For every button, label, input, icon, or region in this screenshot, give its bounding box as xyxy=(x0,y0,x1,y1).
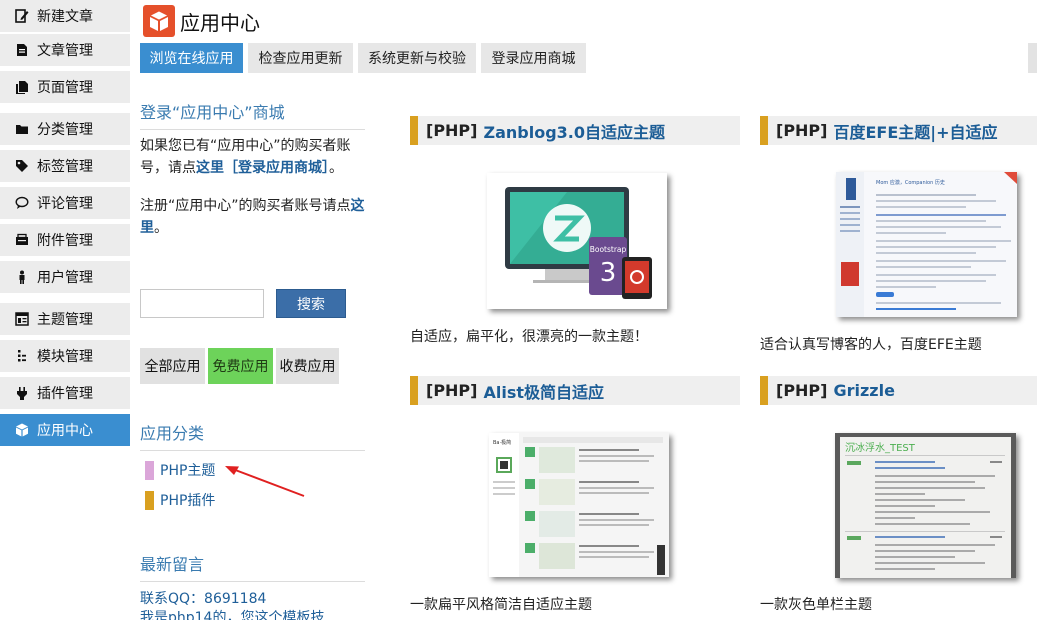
sidebar-item-label: 分类管理 xyxy=(37,122,93,138)
grizzle-title: 沉冰浮水_TEST xyxy=(845,441,916,454)
category-label: PHP插件 xyxy=(160,493,216,509)
grizzle-preview-image: 沉冰浮水_TEST xyxy=(835,433,1016,578)
app-description: 一款灰色单栏主题 xyxy=(760,597,872,613)
sidebar-item-themes[interactable]: 主题管理 xyxy=(0,303,130,335)
app-name-link[interactable]: Zanblog3.0自适应主题 xyxy=(483,119,665,143)
category-label: PHP主题 xyxy=(160,463,216,479)
sidebar-item-new-article[interactable]: 新建文章 xyxy=(0,0,130,32)
sidebar-item-label: 应用中心 xyxy=(37,423,93,439)
register-text-end: 。 xyxy=(154,220,168,236)
message-item[interactable]: 我是php14的，您这个模板技 xyxy=(140,607,324,620)
login-section-title: 登录“应用中心”商城 xyxy=(140,99,365,130)
app-card-title: [PHP] 百度EFE主题|+自适应 xyxy=(760,116,1037,145)
sidebar-item-attachments[interactable]: 附件管理 xyxy=(0,224,130,256)
filter-all-apps-button[interactable]: 全部应用 xyxy=(140,348,205,384)
document-icon xyxy=(15,43,29,57)
app-description: 适合认真写博客的人，百度EFE主题 xyxy=(760,337,982,353)
attachment-icon xyxy=(15,233,29,247)
zanblog-preview-image: Bootstrap 3 xyxy=(505,187,652,299)
app-tag: [PHP] xyxy=(426,121,478,140)
app-thumbnail[interactable]: Mom 应激，Companion 历史 xyxy=(836,172,1017,317)
app-thumbnail[interactable]: 沉冰浮水_TEST xyxy=(835,433,1016,578)
plugin-icon xyxy=(15,386,29,400)
search-button[interactable]: 搜索 xyxy=(276,289,346,318)
app-description: 一款扁平风格简洁自适应主题 xyxy=(410,597,592,613)
sidebar-item-label: 评论管理 xyxy=(37,196,93,212)
sidebar-item-app-center[interactable]: 应用中心 xyxy=(0,414,130,446)
box-icon xyxy=(149,10,169,31)
sidebar-item-label: 主题管理 xyxy=(37,312,93,328)
search-input[interactable] xyxy=(140,289,264,318)
tab-system-update[interactable]: 系统更新与校验 xyxy=(358,43,476,73)
login-text-end: 。 xyxy=(329,160,343,176)
sidebar-item-label: 插件管理 xyxy=(37,386,93,402)
app-card-title: [PHP] Alist极简自适应 xyxy=(410,376,740,405)
app-thumbnail[interactable]: Ba·极简 xyxy=(489,433,669,577)
filter-paid-apps-button[interactable]: 收费应用 xyxy=(276,348,339,384)
user-icon xyxy=(15,270,29,284)
category-color-bar xyxy=(145,460,154,480)
comment-icon xyxy=(15,196,29,210)
app-tag: [PHP] xyxy=(776,381,828,400)
category-php-themes[interactable]: PHP主题 xyxy=(145,460,215,480)
sidebar-item-label: 文章管理 xyxy=(37,43,93,59)
sidebar: 新建文章 文章管理 页面管理 分类管理 标签管理 评论管理 附件管理 用户管理 … xyxy=(0,0,130,620)
folder-icon xyxy=(15,122,29,136)
tabs-scroll-indicator xyxy=(1028,43,1037,73)
app-center-icon xyxy=(15,423,29,437)
category-color-bar xyxy=(145,490,154,510)
app-name-link[interactable]: 百度EFE主题|+自适应 xyxy=(833,119,997,143)
app-thumbnail[interactable]: Bootstrap 3 xyxy=(487,173,667,309)
app-card-title: [PHP] Grizzle xyxy=(760,376,1037,405)
bootstrap-word: Bootstrap xyxy=(590,245,627,254)
login-store-link[interactable]: 这里［登录应用商城］ xyxy=(196,160,329,176)
category-php-plugins[interactable]: PHP插件 xyxy=(145,490,215,510)
module-icon xyxy=(15,349,29,363)
app-description: 自适应，扁平化，很漂亮的一款主题！ xyxy=(410,329,648,345)
app-card-title: [PHP] Zanblog3.0自适应主题 xyxy=(410,116,740,145)
app-name-link[interactable]: Grizzle xyxy=(833,381,894,400)
category-section-title: 应用分类 xyxy=(140,420,365,451)
theme-icon xyxy=(15,312,29,326)
sidebar-item-tags[interactable]: 标签管理 xyxy=(0,150,130,182)
sidebar-item-label: 页面管理 xyxy=(37,80,93,96)
sidebar-item-plugins[interactable]: 插件管理 xyxy=(0,377,130,409)
sidebar-item-pages[interactable]: 页面管理 xyxy=(0,71,130,103)
edit-icon xyxy=(15,9,29,23)
message-item[interactable]: 联系QQ：8691184 xyxy=(140,588,266,608)
efe-preview-image: Mom 应激，Companion 历史 xyxy=(836,172,1017,317)
app-tag: [PHP] xyxy=(776,121,828,140)
tab-check-app-updates[interactable]: 检查应用更新 xyxy=(248,43,353,73)
sidebar-item-users[interactable]: 用户管理 xyxy=(0,261,130,293)
tab-login-app-store[interactable]: 登录应用商城 xyxy=(481,43,586,73)
sidebar-item-label: 标签管理 xyxy=(37,159,93,175)
sidebar-item-articles[interactable]: 文章管理 xyxy=(0,34,130,66)
login-instructions: 如果您已有“应用中心”的购买者账号，请点这里［登录应用商城］。 xyxy=(140,135,368,179)
sidebar-item-label: 用户管理 xyxy=(37,270,93,286)
sidebar-item-modules[interactable]: 模块管理 xyxy=(0,340,130,372)
tag-icon xyxy=(15,159,29,173)
app-tag: [PHP] xyxy=(426,381,478,400)
alist-logo: Ba·极简 xyxy=(493,439,511,446)
app-name-link[interactable]: Alist极简自适应 xyxy=(483,379,604,403)
messages-section-title: 最新留言 xyxy=(140,551,365,582)
page-icon xyxy=(15,80,29,94)
register-instructions: 注册“应用中心”的购买者账号请点这里。 xyxy=(140,195,368,239)
tab-browse-online-apps[interactable]: 浏览在线应用 xyxy=(140,43,243,73)
sidebar-item-label: 新建文章 xyxy=(37,9,93,25)
page-title: 应用中心 xyxy=(180,11,260,35)
alist-preview-image: Ba·极简 xyxy=(489,433,669,577)
bootstrap-number: 3 xyxy=(600,258,617,288)
register-text: 注册“应用中心”的购买者账号请点 xyxy=(140,198,351,214)
sidebar-item-label: 附件管理 xyxy=(37,233,93,249)
sidebar-item-comments[interactable]: 评论管理 xyxy=(0,187,130,219)
sidebar-item-label: 模块管理 xyxy=(37,349,93,365)
sidebar-item-categories[interactable]: 分类管理 xyxy=(0,113,130,145)
filter-free-apps-button[interactable]: 免费应用 xyxy=(208,348,273,384)
annotation-arrow xyxy=(225,466,305,497)
app-center-logo xyxy=(143,5,175,37)
efe-heading: Mom 应激，Companion 历史 xyxy=(876,179,945,186)
